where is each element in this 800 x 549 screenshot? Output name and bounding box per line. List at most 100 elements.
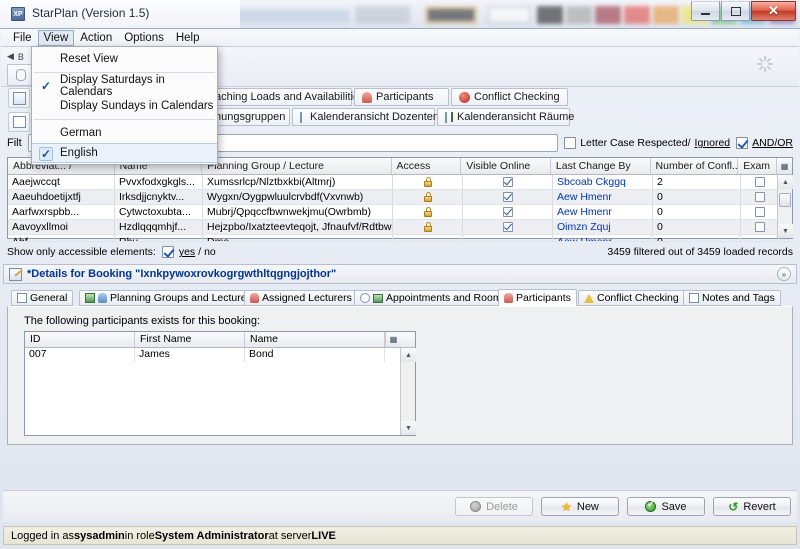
menu-item-english[interactable]: ✓ English [32,143,217,163]
footer-buttons: Delete ★ New Save ↺ Revert [455,497,791,516]
maximize-button[interactable] [721,1,750,21]
cell-last-change-by[interactable]: Aew Hmenr [553,190,653,204]
andor-checkbox[interactable] [736,137,749,149]
column-header-last-change-by[interactable]: Last Change By [551,158,651,174]
andor-option[interactable]: AND/OR [736,137,793,149]
back-arrow-icon[interactable]: ◀ [7,51,14,62]
loading-spinner-icon [757,56,773,72]
revert-button[interactable]: ↺ Revert [713,497,791,516]
table-row[interactable]: Aavoyxllmoi Hzdlqqqmhjf... Hejzpbo/Ixatz… [8,220,792,235]
tab-kalenderansicht-raeume[interactable]: Kalenderansicht Räume [437,108,574,126]
exam-checkbox[interactable] [754,177,765,187]
cell-last-change-by[interactable]: Oimzn Zquj [553,220,653,234]
visible-online-checkbox[interactable] [502,207,513,217]
menu-options[interactable]: Options [118,30,170,46]
button-label: Revert [743,500,776,513]
column-header-exam[interactable]: Exam [738,158,776,174]
tab-planungsgruppen[interactable]: ­hungsgruppen [207,108,290,126]
tab-conflict-checking-top[interactable]: Conflict Checking [451,88,568,106]
toolbar-database-button[interactable] [7,64,33,86]
menu-action[interactable]: Action [74,30,118,46]
table-row[interactable]: Aaejwccqt Pvvxfodxgkgls... Xumssrlcp/Nlz… [8,175,792,190]
column-header-number-of-conflicts[interactable]: Number of Confl... [651,158,739,174]
menu-help[interactable]: Help [170,30,206,46]
letter-case-ignored-link[interactable]: Ignored [695,137,731,149]
sidebar-edit-button[interactable] [8,88,30,108]
detail-tab-conflict-checking[interactable]: Conflict Checking [578,290,685,306]
toolbar-nav[interactable]: ◀ B [7,51,24,62]
application-window: XP StarPlan (Version 1.5) ✕ File View Ac… [0,0,800,549]
cell-visible-online[interactable] [463,220,553,234]
menu-bar: File View Action Options Help [1,29,799,47]
scroll-down-icon[interactable]: ▼ [778,224,793,238]
cell-visible-online[interactable] [463,205,553,219]
new-button[interactable]: ★ New [541,497,619,516]
cell-exam[interactable] [741,205,779,219]
scroll-up-icon[interactable]: ▲ [778,175,793,189]
column-header-access[interactable]: Access [392,158,462,174]
column-chooser-icon[interactable]: ▦ [776,158,792,174]
detail-tab-appointments-rooms[interactable]: Appointments and Rooms [354,290,513,306]
participants-row[interactable]: 007 James Bond [25,348,415,362]
scroll-down-icon[interactable]: ▼ [401,421,416,435]
cell-visible-online[interactable] [463,175,553,189]
show-accessible-checkbox[interactable] [161,246,174,258]
detail-tab-assigned-lecturers[interactable]: Assigned Lecturers [244,290,358,306]
show-accessible-no[interactable]: no [204,246,216,258]
visible-online-checkbox[interactable] [502,192,513,202]
visible-online-checkbox[interactable] [502,177,513,187]
exam-checkbox[interactable] [754,207,765,217]
delete-button[interactable]: Delete [455,497,533,516]
menu-file[interactable]: File [7,30,38,46]
detail-tab-participants[interactable]: Participants [498,289,577,307]
cell-last-change-by[interactable]: Aew Hmenr [553,205,653,219]
table-row[interactable]: Aaeuhdoetijxtfj Irksdjjcnyktv... Wygxn/O… [8,190,792,205]
letter-case-label: Letter Case Respected/ [580,137,691,149]
menu-view[interactable]: View [37,29,75,46]
cell-exam[interactable] [741,235,779,241]
cell-visible-online[interactable] [463,235,553,241]
tab-teaching-loads[interactable]: aching Loads and Availabilities [207,88,365,106]
cell-last-change-by[interactable]: Aew Hmenr [553,235,653,241]
participants-column-id[interactable]: ID [25,332,135,347]
participants-vertical-scrollbar[interactable]: ▲ ▼ [400,348,416,435]
table-vertical-scrollbar[interactable]: ▲ ▼ [777,175,793,238]
show-accessible-yes[interactable]: yes [179,246,195,258]
detail-tab-planning-groups[interactable]: Planning Groups and Lectures [79,290,258,306]
detail-tab-notes-tags[interactable]: Notes and Tags [683,290,781,306]
table-row[interactable]: Aarfwxrspbb... Cytwctoxubta... Mubrj/Qpq… [8,205,792,220]
tab-participants-top[interactable]: Participants [354,88,449,106]
menu-item-display-saturdays[interactable]: ✓ Display Saturdays in Calendars [32,74,217,98]
close-button[interactable]: ✕ [751,1,796,21]
column-header-visible-online[interactable]: Visible Online [461,158,551,174]
letter-case-checkbox[interactable] [564,137,577,149]
column-chooser-icon[interactable]: ▦ [385,332,401,347]
status-user: sysadmin [74,529,125,542]
collapse-details-icon[interactable]: » [777,267,791,281]
visible-online-checkbox[interactable] [502,222,513,232]
letter-case-option[interactable]: Letter Case Respected/Ignored [564,137,730,149]
scroll-up-icon[interactable]: ▲ [401,348,416,362]
cell-exam[interactable] [741,220,779,234]
tab-kalenderansicht-dozenten[interactable]: Kalenderansicht Dozenten [292,108,439,126]
save-button[interactable]: Save [627,497,705,516]
scroll-thumb[interactable] [779,193,791,207]
sidebar-table-button[interactable] [8,112,30,132]
participants-column-name[interactable]: Name [245,332,385,347]
menu-item-german[interactable]: German [32,123,217,143]
menu-item-reset-view[interactable]: Reset View [32,49,217,69]
button-label: Delete [486,500,518,513]
table-row[interactable]: Abf Rhu Dma Aew Hmenr 0 [8,235,792,242]
minimize-button[interactable] [691,1,720,21]
exam-checkbox[interactable] [754,222,765,232]
exam-checkbox[interactable] [754,192,765,202]
cell-exam[interactable] [741,190,779,204]
detail-tab-general[interactable]: General [11,290,74,306]
column-header-planning-group[interactable]: Planning Group / Lecture [202,158,392,174]
participants-column-first-name[interactable]: First Name [135,332,245,347]
cell-exam[interactable] [741,175,779,189]
menu-item-display-sundays[interactable]: Display Sundays in Calendars [32,96,217,116]
cell-last-change-by[interactable]: Sbcoab Ckggq [553,175,653,189]
cell-visible-online[interactable] [463,190,553,204]
menu-item-label: English [60,147,98,159]
